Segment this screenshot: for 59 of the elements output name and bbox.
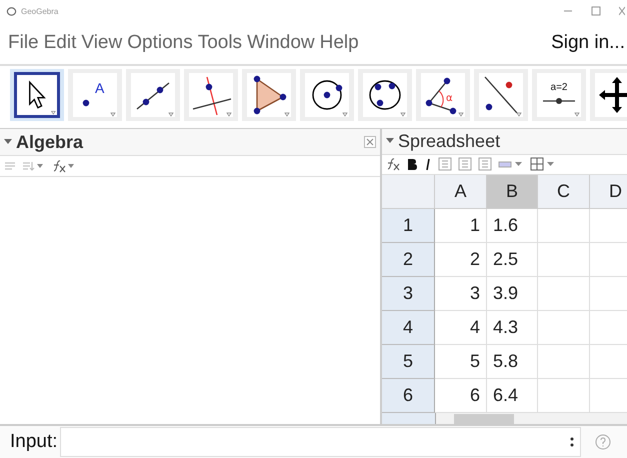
tool-button[interactable] <box>10 69 64 121</box>
tool-button[interactable] <box>474 69 528 121</box>
panel-title: Spreadsheet <box>398 130 500 152</box>
spinner-icon <box>570 437 574 447</box>
table-cell <box>538 208 590 243</box>
table-cell: 2 <box>435 242 487 277</box>
sign-in-link[interactable]: Sign in... <box>551 32 625 54</box>
column-header[interactable]: A <box>435 174 487 209</box>
menu-item[interactable]: Tools <box>198 32 242 54</box>
table-cell: 5 <box>435 344 487 379</box>
tool-button[interactable] <box>242 69 296 121</box>
table-cell <box>538 310 590 345</box>
row-header[interactable]: 3 <box>382 276 435 311</box>
panel-title: Algebra <box>16 132 84 152</box>
row-header[interactable]: 2 <box>382 242 435 277</box>
table-cell: 4 <box>435 310 487 345</box>
table-cell: 3 <box>435 276 487 311</box>
table-cell: 3.9 <box>487 276 538 311</box>
horizontal-scrollbar[interactable] <box>436 412 627 424</box>
tool-button[interactable] <box>184 69 238 121</box>
row-header <box>382 412 436 424</box>
row-header[interactable]: 4 <box>382 310 435 345</box>
window-title: GeoGebra <box>21 6 58 16</box>
function-icon[interactable] <box>386 157 400 172</box>
table-cell: 5.8 <box>487 344 538 379</box>
table-cell <box>538 276 590 311</box>
row-header[interactable]: 6 <box>382 378 435 413</box>
input-field[interactable] <box>60 427 581 457</box>
column-header[interactable]: C <box>538 174 590 209</box>
bold-icon[interactable] <box>406 157 418 172</box>
input-label: Input: <box>10 431 58 453</box>
table-cell: 4.3 <box>487 310 538 345</box>
row-header[interactable]: 5 <box>382 344 435 379</box>
column-header[interactable]: B <box>487 174 538 209</box>
menu-item[interactable]: Edit <box>44 32 76 54</box>
row-header[interactable]: 1 <box>382 208 435 243</box>
menu-item[interactable]: File <box>8 32 39 54</box>
menu-item[interactable]: Options <box>127 32 193 54</box>
close-icon[interactable] <box>364 136 376 148</box>
close-icon[interactable] <box>619 6 625 16</box>
tool-button[interactable] <box>358 69 412 121</box>
tool-button[interactable] <box>126 69 180 121</box>
table-cell: 1 <box>435 208 487 243</box>
table-cell: 1.6 <box>487 208 538 243</box>
sort-icon[interactable] <box>22 160 44 172</box>
app-logo-icon <box>6 6 17 16</box>
menu-item[interactable]: Help <box>320 32 359 54</box>
table-cell <box>538 242 590 277</box>
table-cell: 2.5 <box>487 242 538 277</box>
table-cell <box>538 344 590 379</box>
collapse-icon[interactable] <box>4 139 12 145</box>
tool-button[interactable] <box>300 69 354 121</box>
collapse-icon[interactable] <box>386 138 394 144</box>
menu-item[interactable]: View <box>81 32 122 54</box>
maximize-icon[interactable] <box>591 6 601 16</box>
menu-item[interactable]: Window <box>247 32 315 54</box>
italic-icon[interactable] <box>424 157 432 172</box>
border-icon[interactable] <box>530 157 556 172</box>
column-header[interactable]: D <box>590 174 627 209</box>
